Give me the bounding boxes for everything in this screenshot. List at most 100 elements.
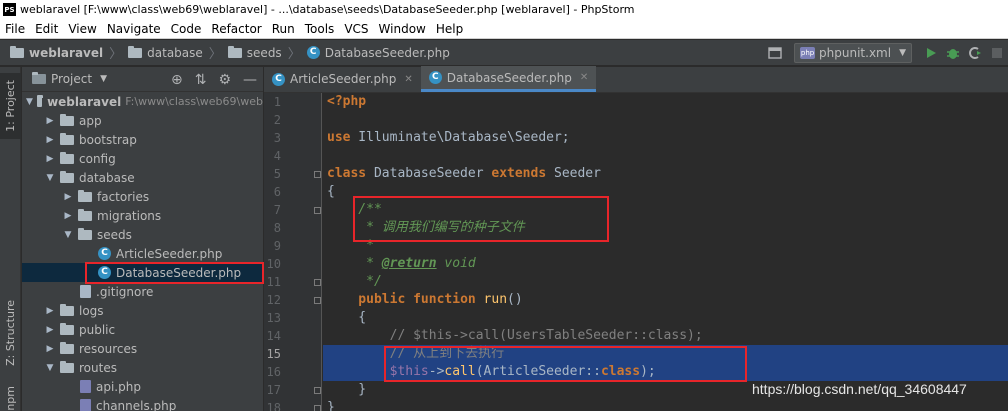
fold-marker-icon[interactable]: [314, 405, 321, 411]
code-line-selected: $this->call(ArticleSeeder::class);: [323, 363, 1008, 381]
tree-item-seeds[interactable]: ▼ seeds: [22, 225, 263, 244]
stop-icon[interactable]: [986, 42, 1008, 64]
run-config-selector[interactable]: php phpunit.xml ▼: [794, 43, 912, 63]
folder-icon: [227, 45, 242, 58]
project-panel-header: Project ▼ ⊕ ⇅ ⚙ —: [22, 67, 263, 92]
scroll-from-source-icon[interactable]: ⊕: [171, 72, 183, 88]
chevron-right-icon: ▶: [46, 343, 54, 354]
debug-icon[interactable]: [942, 42, 964, 64]
fold-marker-icon[interactable]: [314, 297, 321, 304]
fold-marker-icon[interactable]: [314, 207, 321, 214]
hide-icon[interactable]: —: [243, 72, 257, 88]
folder-icon: [128, 45, 143, 58]
structure-tool-tab[interactable]: Z: Structure: [0, 293, 21, 373]
menu-help[interactable]: Help: [431, 22, 468, 36]
window-title: weblaravel [F:\www\class\web69\weblarave…: [20, 3, 635, 16]
project-tool-tab[interactable]: 1: Project: [0, 73, 21, 139]
close-icon[interactable]: ✕: [580, 72, 588, 83]
menu-tools[interactable]: Tools: [300, 22, 340, 36]
folder-icon: [60, 322, 74, 335]
tree-item-gitignore[interactable]: .gitignore: [22, 282, 263, 301]
menu-edit[interactable]: Edit: [30, 22, 63, 36]
tree-item-api[interactable]: api.php: [22, 377, 263, 396]
menu-view[interactable]: View: [63, 22, 101, 36]
tree-item-public[interactable]: ▶ public: [22, 320, 263, 339]
left-tool-stripe: 1: Project Z: Structure npm: [0, 67, 21, 411]
line-number: 1: [273, 95, 281, 109]
tab-databaseseeder[interactable]: C DatabaseSeeder.php ✕: [420, 66, 597, 92]
project-view-selector[interactable]: Project ▼: [32, 72, 107, 86]
fold-marker-icon[interactable]: [314, 387, 321, 394]
line-number: 7: [273, 203, 281, 217]
folder-icon: [60, 360, 74, 373]
code-line: public function run(): [327, 292, 523, 307]
code-line: */: [327, 274, 382, 289]
php-file-icon: [80, 399, 91, 411]
line-number: 13: [266, 311, 281, 325]
window-frame-icon[interactable]: [764, 42, 786, 64]
fold-marker-icon[interactable]: [314, 279, 321, 286]
code-line: class DatabaseSeeder extends Seeder: [327, 166, 601, 181]
php-class-icon: C: [428, 71, 442, 84]
breadcrumb-file[interactable]: C DatabaseSeeder.php: [306, 46, 450, 60]
menu-refactor[interactable]: Refactor: [206, 22, 266, 36]
line-number: 10: [266, 257, 281, 271]
menu-code[interactable]: Code: [166, 22, 207, 36]
breadcrumb-separator: 〉: [109, 47, 123, 62]
line-number: 16: [266, 365, 281, 379]
project-icon: [32, 72, 46, 84]
close-icon[interactable]: ✕: [404, 74, 412, 85]
line-number: 17: [266, 383, 281, 397]
chevron-right-icon: ▶: [46, 134, 54, 145]
menu-bar: File Edit View Navigate Code Refactor Ru…: [0, 19, 1008, 39]
run-icon[interactable]: [920, 42, 942, 64]
code-line: {: [327, 310, 367, 325]
breadcrumb-seeds[interactable]: seeds: [227, 45, 282, 60]
menu-window[interactable]: Window: [374, 22, 431, 36]
menu-navigate[interactable]: Navigate: [102, 22, 166, 36]
line-number: 12: [266, 293, 281, 307]
tree-item-root[interactable]: ▼ weblaravel F:\www\class\web69\web: [22, 92, 263, 111]
tree-item-config[interactable]: ▶ config: [22, 149, 263, 168]
code-line: {: [327, 184, 335, 199]
tree-item-channels[interactable]: channels.php: [22, 396, 263, 411]
fold-marker-icon[interactable]: [314, 171, 321, 178]
code-line: * @return void: [327, 256, 476, 271]
chevron-right-icon: ▶: [46, 115, 54, 126]
folder-icon: [60, 132, 74, 145]
gear-icon[interactable]: ⚙: [218, 72, 231, 88]
breadcrumb-database[interactable]: database: [128, 45, 203, 60]
tree-item-migrations[interactable]: ▶ migrations: [22, 206, 263, 225]
tree-item-app[interactable]: ▶ app: [22, 111, 263, 130]
folder-icon: [78, 189, 92, 202]
tree-item-databaseseeder[interactable]: C DatabaseSeeder.php: [22, 263, 263, 282]
tree-item-database[interactable]: ▼ database: [22, 168, 263, 187]
menu-vcs[interactable]: VCS: [339, 22, 373, 36]
menu-file[interactable]: File: [0, 22, 30, 36]
menu-run[interactable]: Run: [267, 22, 300, 36]
folder-icon: [60, 341, 74, 354]
tree-item-factories[interactable]: ▶ factories: [22, 187, 263, 206]
tree-item-articleseeder[interactable]: C ArticleSeeder.php: [22, 244, 263, 263]
chevron-down-icon: ▼: [100, 74, 107, 84]
collapse-all-icon[interactable]: ⇅: [195, 72, 207, 88]
tab-articleseeder[interactable]: C ArticleSeeder.php ✕: [264, 66, 421, 92]
line-number: 2: [273, 113, 281, 127]
editor-tabs: C ArticleSeeder.php ✕ C DatabaseSeeder.p…: [264, 66, 1008, 93]
tree-item-logs[interactable]: ▶ logs: [22, 301, 263, 320]
folder-icon: [10, 45, 24, 58]
breadcrumb-project[interactable]: weblaravel: [10, 45, 103, 60]
chevron-right-icon: ▶: [46, 305, 54, 316]
tree-item-routes[interactable]: ▼ routes: [22, 358, 263, 377]
tree-item-resources[interactable]: ▶ resources: [22, 339, 263, 358]
tree-item-bootstrap[interactable]: ▶ bootstrap: [22, 130, 263, 149]
line-number: 11: [266, 275, 281, 289]
php-class-icon: C: [306, 46, 320, 59]
line-number: 14: [266, 329, 281, 343]
folder-icon: [60, 170, 74, 183]
toolbar-right: php phpunit.xml ▼: [764, 40, 1008, 66]
coverage-icon[interactable]: [964, 42, 986, 64]
folder-icon: [60, 113, 74, 126]
npm-tool-tab[interactable]: npm: [0, 385, 21, 411]
code-editor[interactable]: <?php use Illuminate\Database\Seeder; cl…: [323, 93, 1008, 411]
